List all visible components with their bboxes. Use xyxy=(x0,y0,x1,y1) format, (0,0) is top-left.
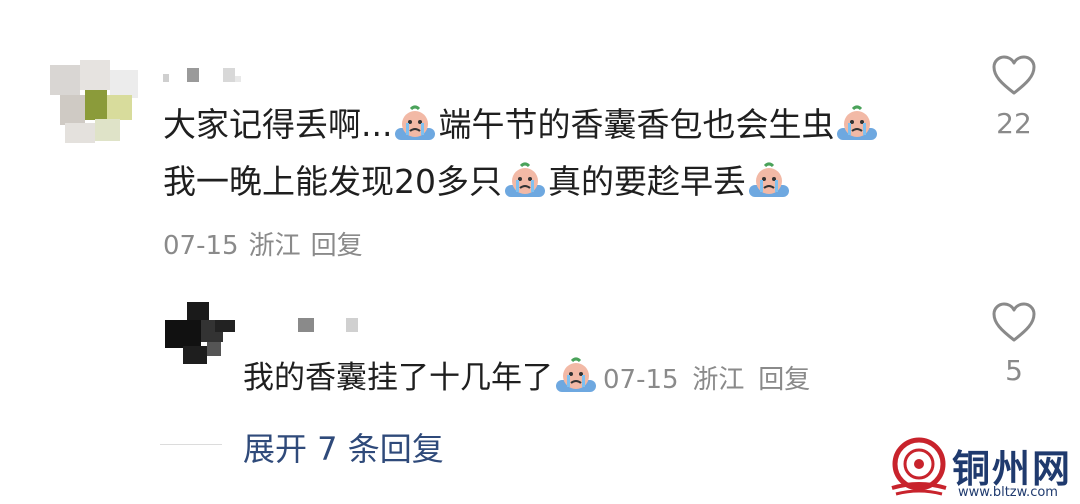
avatar-replier[interactable] xyxy=(165,302,237,370)
reply-username-redacted[interactable] xyxy=(298,318,378,334)
crying-face-emoji xyxy=(393,104,437,144)
comment-location: 浙江 xyxy=(248,231,301,261)
heart-outline-icon[interactable] xyxy=(991,302,1037,344)
crying-face-emoji xyxy=(554,356,598,396)
comment-meta: 07-15 浙江 回复 xyxy=(163,225,373,262)
crying-face-emoji xyxy=(747,161,791,201)
watermark-logo xyxy=(891,437,947,496)
expand-divider xyxy=(160,444,222,445)
comment-text-line1: 大家记得丢啊... 端午节的香囊香包也会生虫 xyxy=(163,103,880,147)
reply-like[interactable]: 5 xyxy=(984,302,1044,387)
avatar-commenter[interactable] xyxy=(50,55,138,143)
heart-outline-icon[interactable] xyxy=(991,55,1037,97)
crying-face-emoji xyxy=(503,161,547,201)
comment-text-line2: 我一晚上能发现20多只 真的要趁早丢 xyxy=(163,160,792,204)
comment-date: 07-15 xyxy=(163,231,239,261)
comment-like[interactable]: 22 xyxy=(984,55,1044,140)
reply-text: 我的香囊挂了十几年了 07-15 浙江 回复 xyxy=(243,356,810,402)
like-count: 22 xyxy=(996,107,1032,140)
watermark-url: www.bltzw.com xyxy=(958,485,1058,500)
expand-replies-button[interactable]: 展开 7 条回复 xyxy=(243,424,444,470)
comment-reply-button[interactable]: 回复 xyxy=(311,231,363,261)
crying-face-emoji xyxy=(835,104,879,144)
username-redacted[interactable] xyxy=(163,68,253,84)
reply-reply-button[interactable]: 回复 xyxy=(758,365,810,395)
reply-date: 07-15 xyxy=(603,365,679,395)
reply-location: 浙江 xyxy=(692,365,745,395)
reply-like-count: 5 xyxy=(1005,354,1023,387)
